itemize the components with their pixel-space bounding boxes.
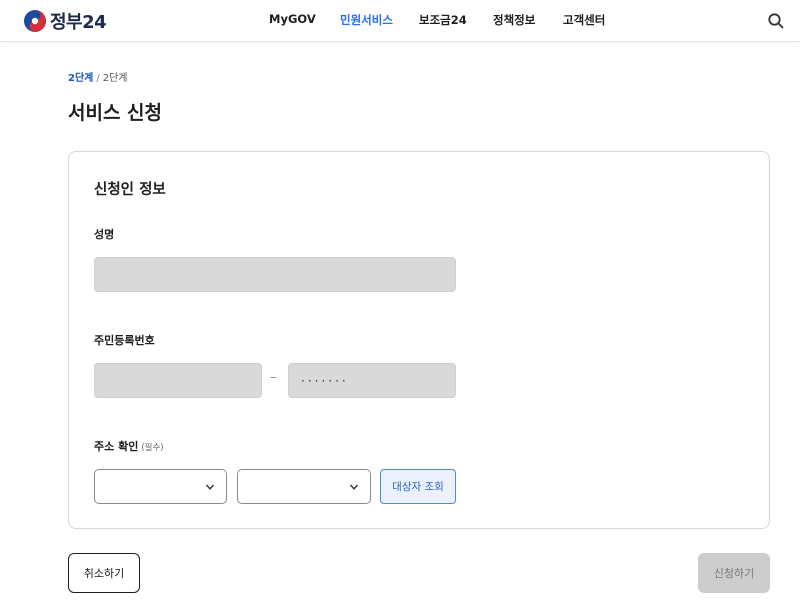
breadcrumb-step: 2단계 (68, 73, 94, 84)
site-header: 정부24 MyGOV 민원서비스 보조금24 정책정보 고객센터 (0, 0, 800, 42)
breadcrumb: 2단계/2단계 (68, 69, 128, 84)
search-icon[interactable] (767, 12, 785, 30)
section-title: 신청인 정보 (94, 182, 166, 198)
chevron-down-icon (205, 484, 215, 490)
rrn-front-field[interactable] (94, 363, 262, 398)
cancel-button[interactable]: 취소하기 (68, 553, 140, 593)
address-label-text: 주소 확인 (94, 440, 139, 453)
rrn-label: 주민등록번호 (94, 334, 155, 347)
main-nav: MyGOV 민원서비스 보조금24 정책정보 고객센터 (0, 0, 800, 42)
nav-civil-services[interactable]: 민원서비스 (340, 12, 393, 28)
address-label: 주소 확인 (필수) (94, 438, 164, 454)
chevron-down-icon (349, 484, 359, 490)
breadcrumb-current: 2단계 (102, 73, 128, 84)
required-marker: (필수) (141, 443, 164, 453)
nav-subsidy24[interactable]: 보조금24 (419, 12, 467, 28)
rrn-back-field[interactable]: ······· (288, 363, 456, 398)
apply-button[interactable]: 신청하기 (698, 553, 770, 593)
page-title: 서비스 신청 (68, 102, 163, 124)
name-label: 성명 (94, 228, 115, 241)
rrn-dash: – (270, 370, 277, 385)
nav-mygov[interactable]: MyGOV (269, 12, 316, 26)
address-select-1[interactable] (94, 469, 227, 504)
nav-policy-info[interactable]: 정책정보 (493, 12, 535, 28)
name-field[interactable] (94, 257, 456, 292)
applicant-info-card: 신청인 정보 성명 주민등록번호 – ······· 주소 확인 (필수) 대상자… (68, 151, 770, 529)
lookup-target-button[interactable]: 대상자 조회 (380, 469, 456, 504)
breadcrumb-separator: / (96, 73, 100, 84)
address-select-2[interactable] (237, 469, 371, 504)
nav-customer-center[interactable]: 고객센터 (563, 12, 605, 28)
